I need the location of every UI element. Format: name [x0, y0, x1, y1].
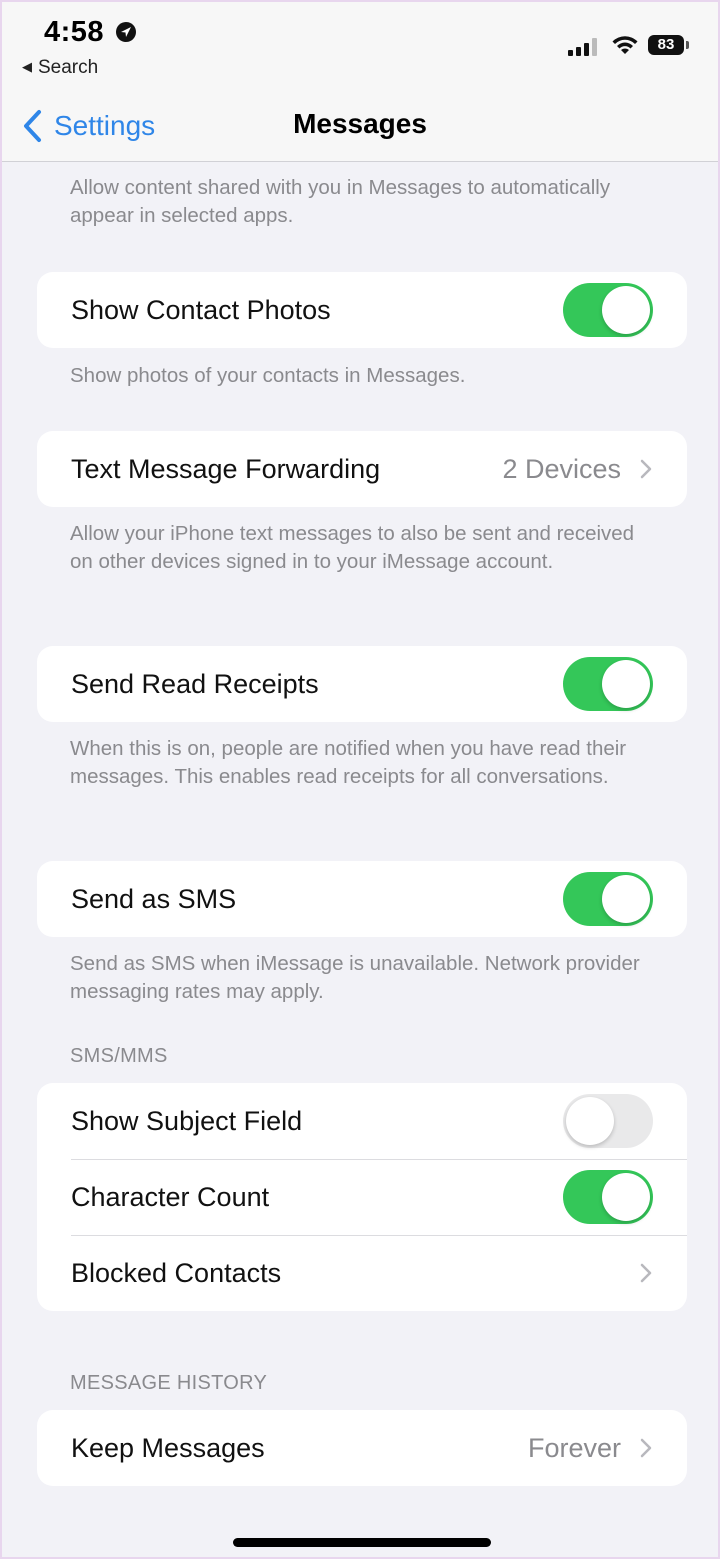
show-contact-photos-row: Show Contact Photos	[37, 272, 687, 348]
shared-with-you-footer: Allow content shared with you in Message…	[70, 176, 611, 227]
text-forwarding-label: Text Message Forwarding	[71, 453, 381, 484]
text-forwarding-footer: Allow your iPhone text messages to also …	[70, 522, 635, 573]
keep-messages-row[interactable]: Keep Messages Forever	[37, 1410, 687, 1486]
message-history-section-header: MESSAGE HISTORY	[70, 1372, 268, 1394]
read-receipts-label: Send Read Receipts	[71, 668, 319, 699]
navigation-bar: Settings Messages	[2, 92, 718, 162]
home-indicator[interactable]	[233, 1538, 491, 1547]
toggle-knob	[602, 1173, 650, 1221]
status-bar: 4:58 ◀ Search 83	[2, 2, 718, 92]
send-as-sms-toggle[interactable]	[563, 872, 653, 926]
sms-mms-group: Show Subject Field Character Count Block…	[37, 1083, 687, 1311]
read-receipts-group: Send Read Receipts	[37, 646, 687, 722]
send-as-sms-row: Send as SMS	[37, 861, 687, 937]
send-as-sms-group: Send as SMS	[37, 861, 687, 937]
keep-messages-label: Keep Messages	[71, 1432, 265, 1463]
send-as-sms-label: Send as SMS	[71, 883, 237, 914]
chevron-right-icon	[640, 1438, 652, 1458]
toggle-knob	[566, 1097, 614, 1145]
character-count-label: Character Count	[71, 1181, 270, 1212]
show-subject-field-row: Show Subject Field	[37, 1083, 687, 1159]
text-forwarding-row[interactable]: Text Message Forwarding 2 Devices	[37, 431, 687, 507]
show-subject-field-toggle[interactable]	[563, 1094, 653, 1148]
battery-level: 83	[657, 36, 675, 53]
character-count-row: Character Count	[37, 1159, 687, 1235]
show-subject-field-label: Show Subject Field	[71, 1105, 303, 1136]
blocked-contacts-row[interactable]: Blocked Contacts	[37, 1235, 687, 1311]
back-triangle-icon: ◀	[22, 59, 32, 74]
text-forwarding-value: 2 Devices	[502, 453, 621, 484]
back-to-app-link[interactable]: ◀ Search	[22, 57, 98, 79]
text-forwarding-group: Text Message Forwarding 2 Devices	[37, 431, 687, 507]
chevron-right-icon	[640, 1263, 652, 1283]
show-contact-photos-group: Show Contact Photos	[37, 272, 687, 348]
character-count-toggle[interactable]	[563, 1170, 653, 1224]
wifi-icon	[612, 36, 638, 54]
chevron-right-icon	[640, 459, 652, 479]
keep-messages-value: Forever	[527, 1432, 621, 1463]
status-time: 4:58	[44, 16, 105, 48]
back-app-label: Search	[38, 57, 99, 78]
toggle-knob	[602, 875, 650, 923]
location-arrow-icon	[116, 22, 136, 42]
send-as-sms-footer: Send as SMS when iMessage is unavailable…	[70, 952, 640, 1003]
read-receipts-footer: When this is on, people are notified whe…	[70, 737, 627, 788]
message-history-group: Keep Messages Forever	[37, 1410, 687, 1486]
read-receipts-toggle[interactable]	[563, 657, 653, 711]
show-contact-photos-footer: Show photos of your contacts in Messages…	[70, 364, 466, 387]
read-receipts-row: Send Read Receipts	[37, 646, 687, 722]
show-contact-photos-label: Show Contact Photos	[71, 294, 331, 325]
page-title: Messages	[293, 108, 427, 139]
toggle-knob	[602, 286, 650, 334]
blocked-contacts-label: Blocked Contacts	[71, 1257, 282, 1288]
show-contact-photos-toggle[interactable]	[563, 283, 653, 337]
toggle-knob	[602, 660, 650, 708]
sms-mms-section-header: SMS/MMS	[70, 1045, 168, 1067]
battery-icon: 83	[648, 35, 689, 55]
cellular-signal-icon	[568, 38, 597, 56]
